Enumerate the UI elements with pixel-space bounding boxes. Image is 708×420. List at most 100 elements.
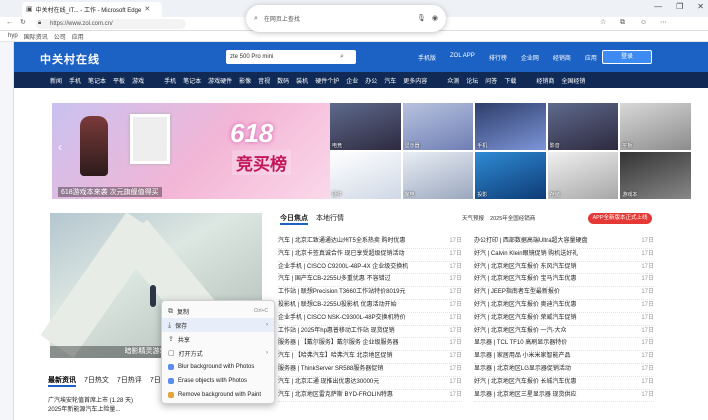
nav-item[interactable]: 企业 (346, 76, 358, 85)
tab-local[interactable]: 本地行情 (316, 213, 344, 225)
news-row[interactable]: 汽车 | 【哈弗汽车】哈弗汽车 北京地区促销 17日 (278, 351, 462, 364)
banner-caption[interactable]: 618游戏本来袭 次元旗舰值得买 (58, 187, 162, 197)
refresh-icon[interactable]: ↻ (20, 19, 26, 26)
product-tile[interactable]: 家电 (402, 152, 474, 199)
menu-item-share[interactable]: ⇪ 共享 (162, 332, 274, 346)
collections-icon[interactable]: ⧉ (620, 19, 625, 26)
close-window-button[interactable]: ✕ (697, 2, 704, 11)
nav-item[interactable]: 硬件个护 (315, 76, 339, 85)
news-row[interactable]: 显示器 | 北京地区LG显示器促销活动 17日 (474, 364, 654, 377)
header-link[interactable]: 企业网 (521, 53, 539, 62)
news-row[interactable]: 投影机 | 联想CB-2255U投影机 优惠活动开始 17日 (278, 300, 462, 313)
back-icon[interactable]: ← (6, 19, 13, 26)
news-row[interactable]: 好汽 | 北京地区汽车报价 东风汽车促销 17日 (474, 262, 654, 275)
header-link[interactable]: 经销商 (553, 53, 571, 62)
bookmark-item[interactable]: 公司 (54, 32, 66, 41)
nav-item[interactable]: 汽车 (384, 76, 396, 85)
product-tile[interactable]: 存储 (547, 152, 619, 199)
news-row[interactable]: 好汽 | 北京地区汽车报价 一汽-大众 17日 (474, 326, 654, 339)
nav-item[interactable]: 手机 (164, 76, 176, 85)
tab-today[interactable]: 今日焦点 (280, 213, 308, 225)
menu-item-open-with[interactable]: ▢ 打开方式 › (162, 346, 274, 360)
url-input[interactable]: https://www.zol.com.cn/ (36, 19, 186, 29)
chevron-left-icon[interactable]: ‹ (58, 140, 62, 154)
news-row[interactable]: 好汽 | 北京地区汽车报价 荣威汽车促销 17日 (474, 313, 654, 326)
product-tile[interactable]: 投影 (475, 152, 546, 199)
news-row[interactable]: 显示器 | TCL TF10 高刷显示器特价 17日 (474, 338, 654, 352)
tab-7day-hot[interactable]: 7日热文 (84, 375, 109, 387)
more-icon[interactable]: ⋯ (660, 19, 667, 26)
list-item[interactable]: 广汽埃安轮值首席上市 (1.28 天) (48, 397, 133, 406)
nav-item[interactable]: 影像 (239, 76, 251, 85)
bookmark-item[interactable]: 国际资讯 (24, 32, 48, 41)
nav-item[interactable]: 游戏 (132, 76, 144, 85)
news-row[interactable]: 服务器 | 【戴尔服务】戴尔服务 企业级服务器 17日 (278, 338, 462, 352)
close-tab-icon[interactable]: ✕ (144, 6, 150, 13)
menu-item-erase-objects[interactable]: Erase objects with Photos (162, 374, 274, 388)
news-row[interactable]: 企业手机 | CISCO NSK-C9300L-48P交换机特价 17日 (278, 313, 462, 326)
menu-item-blur-background[interactable]: Blur background with Photos (162, 360, 274, 374)
news-row[interactable]: 汽车 | 北京汇通 现推出优惠达30000元 17日 (278, 377, 462, 390)
mic-icon[interactable]: 🎙︎ (417, 15, 426, 22)
tab-latest[interactable]: 最新资讯 (48, 375, 76, 387)
nav-item[interactable]: 下载 (504, 76, 516, 85)
nav-item[interactable]: 众测 (447, 76, 459, 85)
nav-item[interactable]: 论坛 (466, 76, 478, 85)
nav-item[interactable]: 手机 (69, 76, 81, 85)
news-row[interactable]: 办公打印 | 西部数据高端Ultra超大容量硬盘 17日 (474, 236, 654, 249)
menu-item-remove-background[interactable]: Remove background with Paint (162, 388, 274, 402)
nav-item[interactable]: 笔记本 (88, 76, 106, 85)
news-row[interactable]: 服务器 | ThinkServer SR588服务器促销 17日 (278, 364, 462, 377)
news-row[interactable]: 好汽 | JEEP指南者车型最新报价 17日 (474, 287, 654, 300)
list-item[interactable]: 2025年新能源汽车上险量... (48, 406, 133, 415)
news-row[interactable]: 汽车 | 北京汇致通通达山州T5全系热卖 购时优惠 17日 (278, 236, 462, 249)
nav-item[interactable]: 笔记本 (183, 76, 201, 85)
favorites-icon[interactable]: ☆ (600, 19, 606, 26)
news-row[interactable]: 好汽 | 北京地区汽车报价 长城汽车优惠 17日 (474, 377, 654, 390)
minimize-button[interactable]: — (654, 2, 662, 11)
news-row[interactable]: 企业手机 | CISCO C9200L-48P-4X 企业级交换机 17日 (278, 262, 462, 275)
product-tile[interactable]: 手机 (475, 103, 546, 150)
header-link[interactable]: 应用 (585, 53, 597, 62)
nav-item[interactable]: 办公 (365, 76, 377, 85)
dealer-link[interactable]: 2025年全国经销商 (490, 214, 535, 222)
nav-item[interactable]: 装机 (296, 76, 308, 85)
news-row[interactable]: 好汽 | 北京地区汽车报价 奥迪汽车优惠 17日 (474, 300, 654, 313)
product-tile[interactable]: 硬件 (330, 152, 401, 199)
header-link[interactable]: 排行榜 (489, 53, 507, 62)
site-logo[interactable]: 中关村在线 (40, 51, 100, 67)
nav-item[interactable]: 平板 (113, 76, 125, 85)
maximize-button[interactable]: ❐ (676, 2, 683, 11)
menu-item-save[interactable]: ⤓ 保存 › (162, 318, 274, 332)
bookmark-item[interactable]: hyp (8, 33, 18, 39)
nav-item[interactable]: 新闻 (50, 76, 62, 85)
camera-icon[interactable]: ◉ (432, 15, 438, 22)
header-link[interactable]: 手机版 (418, 53, 436, 62)
app-promo-button[interactable]: APP全新版本正式上线 (588, 213, 652, 224)
nav-item[interactable]: 全国经销 (561, 76, 585, 85)
tab-7day-comments[interactable]: 7日热评 (117, 375, 142, 387)
chevron-right-icon[interactable]: › (166, 140, 170, 154)
product-tile[interactable]: 平板 (620, 103, 691, 150)
nav-item[interactable]: 音视 (258, 76, 270, 85)
news-row[interactable]: 显示器 | 家居用品 小米米家智能产品 17日 (474, 351, 654, 364)
nav-item[interactable]: 经销商 (536, 76, 554, 85)
profile-icon[interactable]: ☺ (640, 19, 647, 26)
news-row[interactable]: 工作站 | 联想Precision T3660工作站特价8019元 17日 (278, 287, 462, 300)
news-row[interactable]: 工作站 | 2025年hp惠普移动工作站 现货促销 17日 (278, 326, 462, 339)
login-button[interactable]: 登录 (602, 50, 652, 64)
news-row[interactable]: 汽车 | 北京地区雷克萨斯 BYD-FROLIN特惠 17日 (278, 390, 462, 403)
news-row[interactable]: 汽车 | 北京卡签真诚合作 现已享受超级促销活动 17日 (278, 249, 462, 262)
nav-item[interactable]: 更多内容 (403, 76, 427, 85)
bookmark-item[interactable]: 应用 (72, 32, 84, 41)
news-row[interactable]: 好汽 | Calvin Klein眼镜促销 购机送好礼 17日 (474, 249, 654, 262)
product-tile[interactable]: 游戏本 (620, 152, 691, 199)
weather-link[interactable]: 天气预报 (462, 214, 484, 222)
site-search-input[interactable]: zte 500 Pro mini (226, 50, 356, 64)
nav-item[interactable]: 问答 (485, 76, 497, 85)
news-row[interactable]: 汽车 | 国产车CB-2255U多重优惠 不容错过 17日 (278, 274, 462, 288)
news-row[interactable]: 显示器 | 北京地区三星显示器 现货供应 17日 (474, 390, 654, 403)
search-icon[interactable]: ⌕ (340, 53, 344, 60)
menu-item-copy[interactable]: ⧉ 复制 Ctrl+C (162, 304, 274, 318)
browser-tab[interactable]: ▣ 中关村在线_IT... - 工作 - Microsoft Edge ✕ (22, 2, 162, 17)
